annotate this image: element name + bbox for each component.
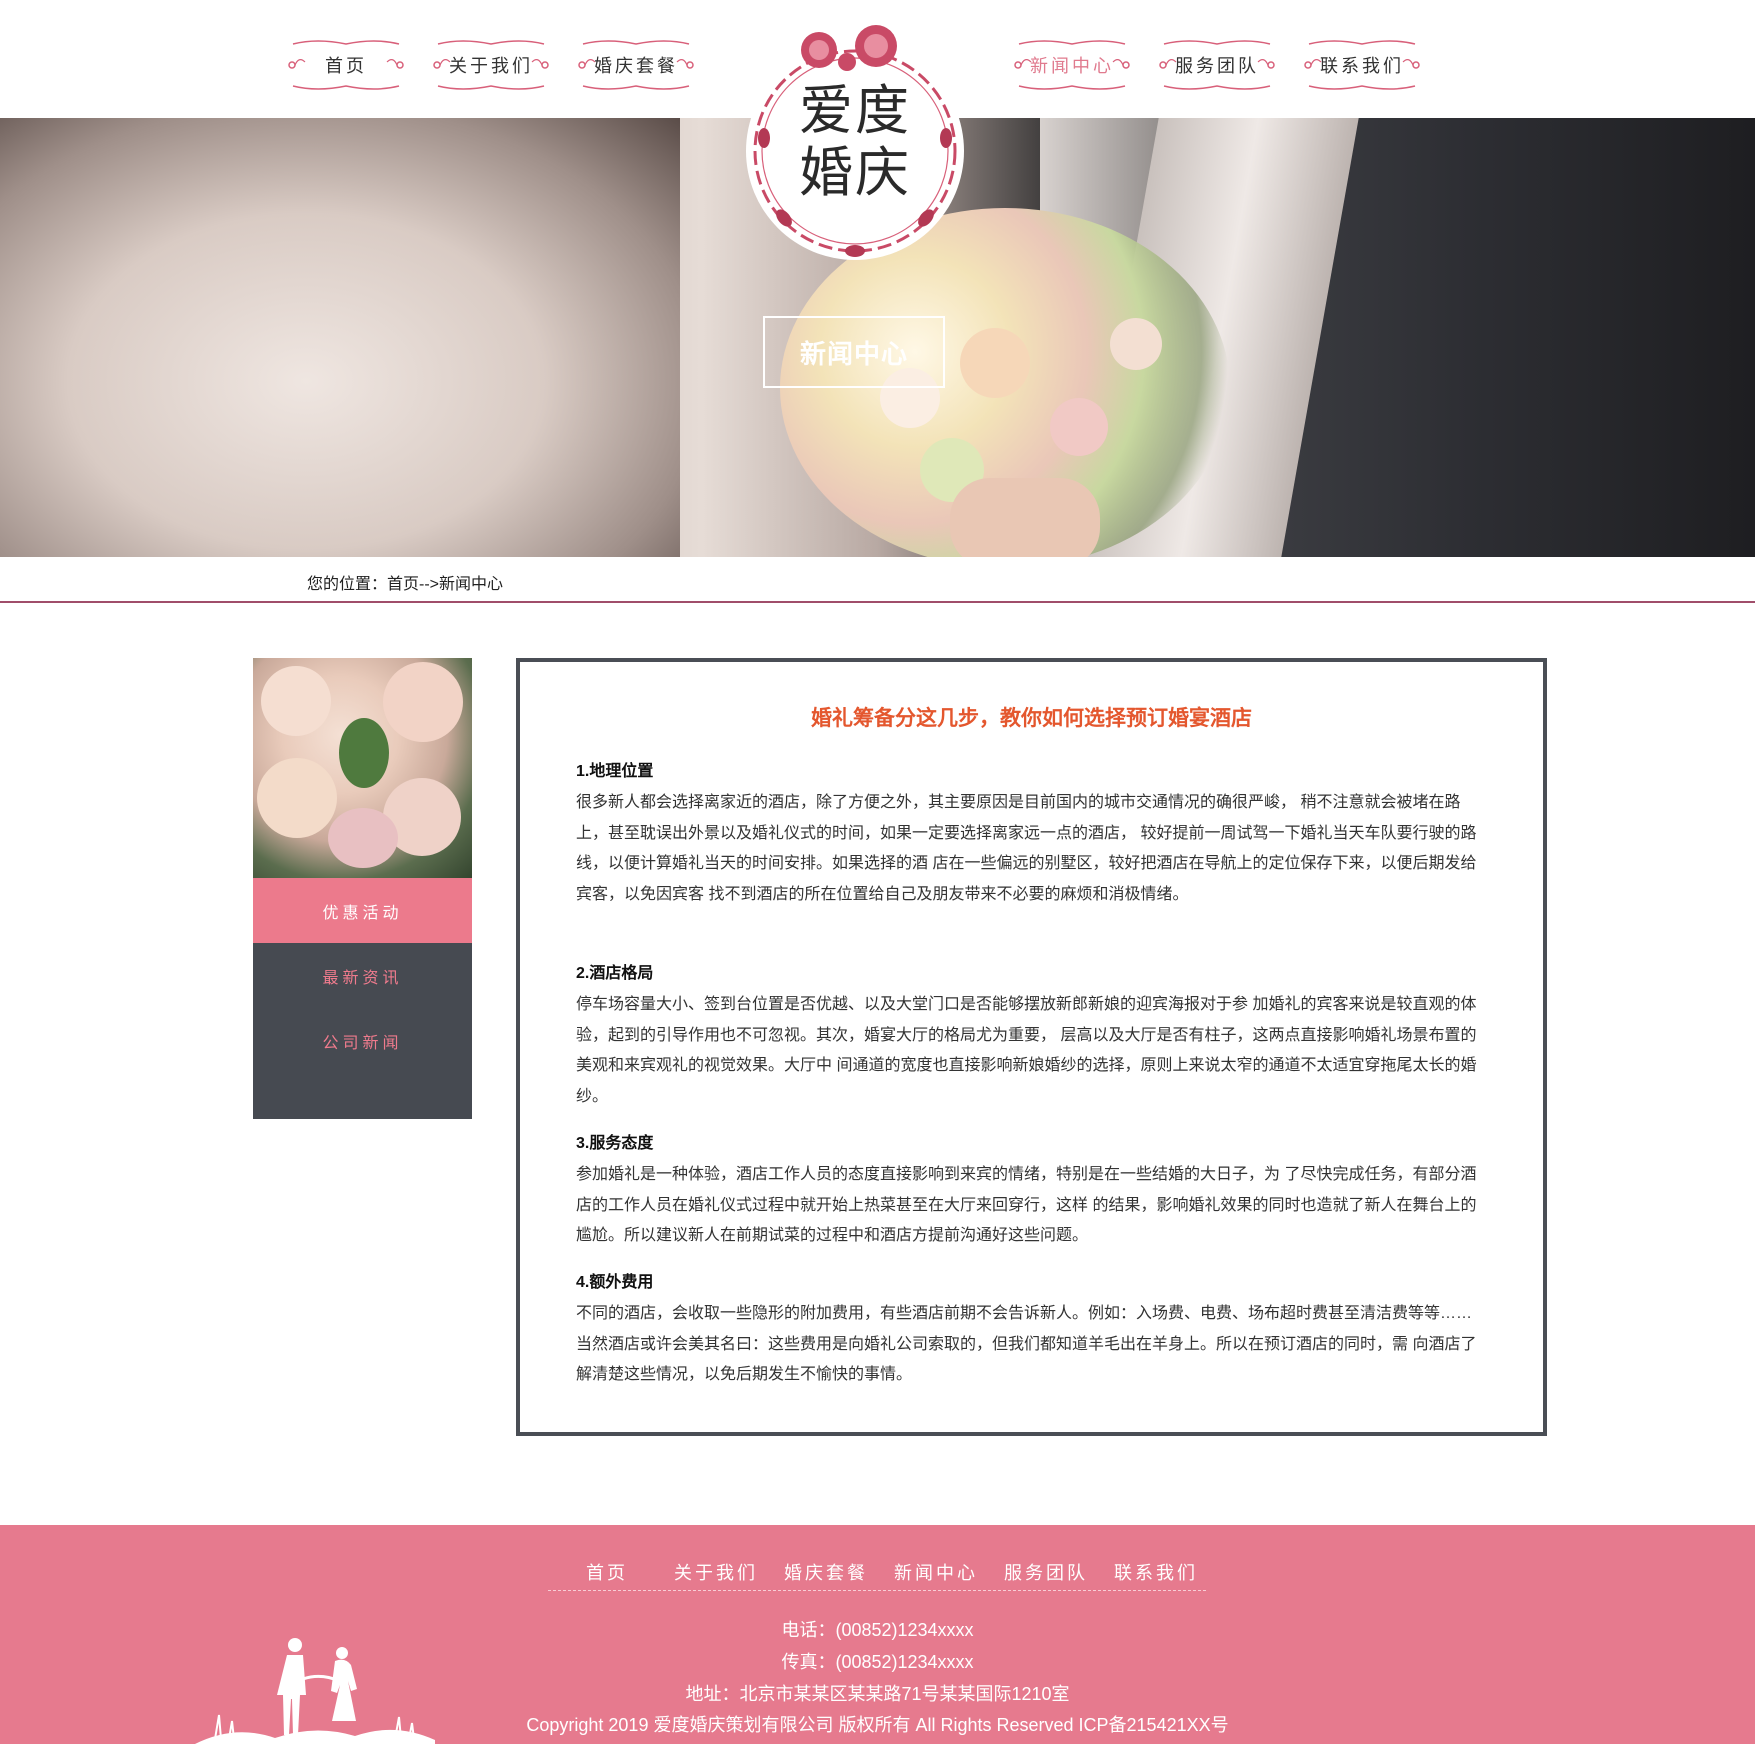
nav-item-packages[interactable]: 婚庆套餐 — [577, 36, 695, 94]
nav-item-about[interactable]: 关于我们 — [432, 36, 550, 94]
banner-photo-hand — [950, 478, 1100, 557]
nav-label: 新闻中心 — [1030, 56, 1114, 77]
nav-item-home[interactable]: 首页 — [287, 36, 405, 94]
footer-nav: 首页 关于我们 婚庆套餐 新闻中心 服务团队 联系我们 — [0, 1559, 1755, 1589]
logo-text: 爱度婚庆 — [799, 79, 911, 204]
footer-link-news[interactable]: 新闻中心 — [894, 1559, 978, 1585]
section-heading: 4.额外费用 — [576, 1274, 654, 1291]
section-heading: 1.地理位置 — [576, 763, 654, 780]
footer-link-team[interactable]: 服务团队 — [1004, 1559, 1088, 1585]
rose-shape — [960, 328, 1030, 398]
nav-label: 婚庆套餐 — [594, 56, 678, 77]
sidebar-item-latest-news[interactable]: 最新资讯 — [253, 943, 472, 1008]
footer-divider — [548, 1590, 1206, 1591]
section-heading: 3.服务态度 — [576, 1135, 654, 1152]
leaf-shape — [339, 718, 389, 788]
breadcrumb: 您的位置：首页-->新闻中心 — [307, 576, 504, 593]
section-body: 停车场容量大小、签到台位置是否优越、以及大堂门口是否能够摆放新郎新娘的迎宾海报对… — [576, 996, 1477, 1105]
footer-link-about[interactable]: 关于我们 — [674, 1559, 758, 1585]
sidebar-item-company-news[interactable]: 公司新闻 — [253, 1008, 472, 1073]
nav-label: 联系我们 — [1320, 56, 1404, 77]
section-body: 不同的酒店，会收取一些隐形的附加费用，有些酒店前期不会告诉新人。例如：入场费、电… — [576, 1305, 1477, 1383]
section-body: 很多新人都会选择离家近的酒店，除了方便之外，其主要原因是目前国内的城市交通情况的… — [576, 794, 1477, 903]
couple-silhouette-icon — [195, 1638, 435, 1744]
article-section: 3.服务态度 参加婚礼是一种体验，酒店工作人员的态度直接影响到来宾的情绪，特别是… — [576, 1132, 1482, 1252]
nav-label: 服务团队 — [1175, 56, 1259, 77]
banner-photo-bride — [0, 118, 680, 557]
site-footer: 首页 关于我们 婚庆套餐 新闻中心 服务团队 联系我们 电话：(00852)12… — [0, 1525, 1755, 1744]
rose-shape — [1050, 398, 1108, 456]
sidebar: 优惠活动 最新资讯 公司新闻 — [253, 658, 472, 1119]
sidebar-photo-flowers — [253, 658, 472, 878]
footer-link-contact[interactable]: 联系我们 — [1114, 1559, 1198, 1585]
article-panel: 婚礼筹备分这几步，教你如何选择预订婚宴酒店 1.地理位置 很多新人都会选择离家近… — [516, 658, 1547, 1436]
banner-title: 新闻中心 — [763, 316, 945, 388]
article-section: 4.额外费用 不同的酒店，会收取一些隐形的附加费用，有些酒店前期不会告诉新人。例… — [576, 1271, 1482, 1391]
nav-item-contact[interactable]: 联系我们 — [1303, 36, 1421, 94]
rose-shape — [1110, 318, 1162, 370]
footer-link-home[interactable]: 首页 — [586, 1559, 628, 1585]
rose-shape — [328, 808, 398, 868]
nav-label: 关于我们 — [449, 56, 533, 77]
footer-link-packages[interactable]: 婚庆套餐 — [784, 1559, 868, 1585]
rose-shape — [257, 758, 337, 838]
section-body: 参加婚礼是一种体验，酒店工作人员的态度直接影响到来宾的情绪，特别是在一些结婚的大… — [576, 1166, 1477, 1244]
nav-item-news[interactable]: 新闻中心 — [1013, 36, 1131, 94]
section-divider — [0, 601, 1755, 603]
rose-shape — [383, 662, 463, 742]
article-section: 1.地理位置 很多新人都会选择离家近的酒店，除了方便之外，其主要原因是目前国内的… — [576, 760, 1482, 910]
sidebar-item-promotions[interactable]: 优惠活动 — [253, 878, 472, 943]
site-logo[interactable]: 爱度婚庆 — [744, 18, 966, 260]
article-title: 婚礼筹备分这几步，教你如何选择预订婚宴酒店 — [811, 707, 1252, 730]
rose-shape — [261, 666, 331, 736]
section-heading: 2.酒店格局 — [576, 965, 654, 982]
nav-item-team[interactable]: 服务团队 — [1158, 36, 1276, 94]
nav-label: 首页 — [325, 56, 367, 77]
article-section: 2.酒店格局 停车场容量大小、签到台位置是否优越、以及大堂门口是否能够摆放新郎新… — [576, 962, 1482, 1112]
